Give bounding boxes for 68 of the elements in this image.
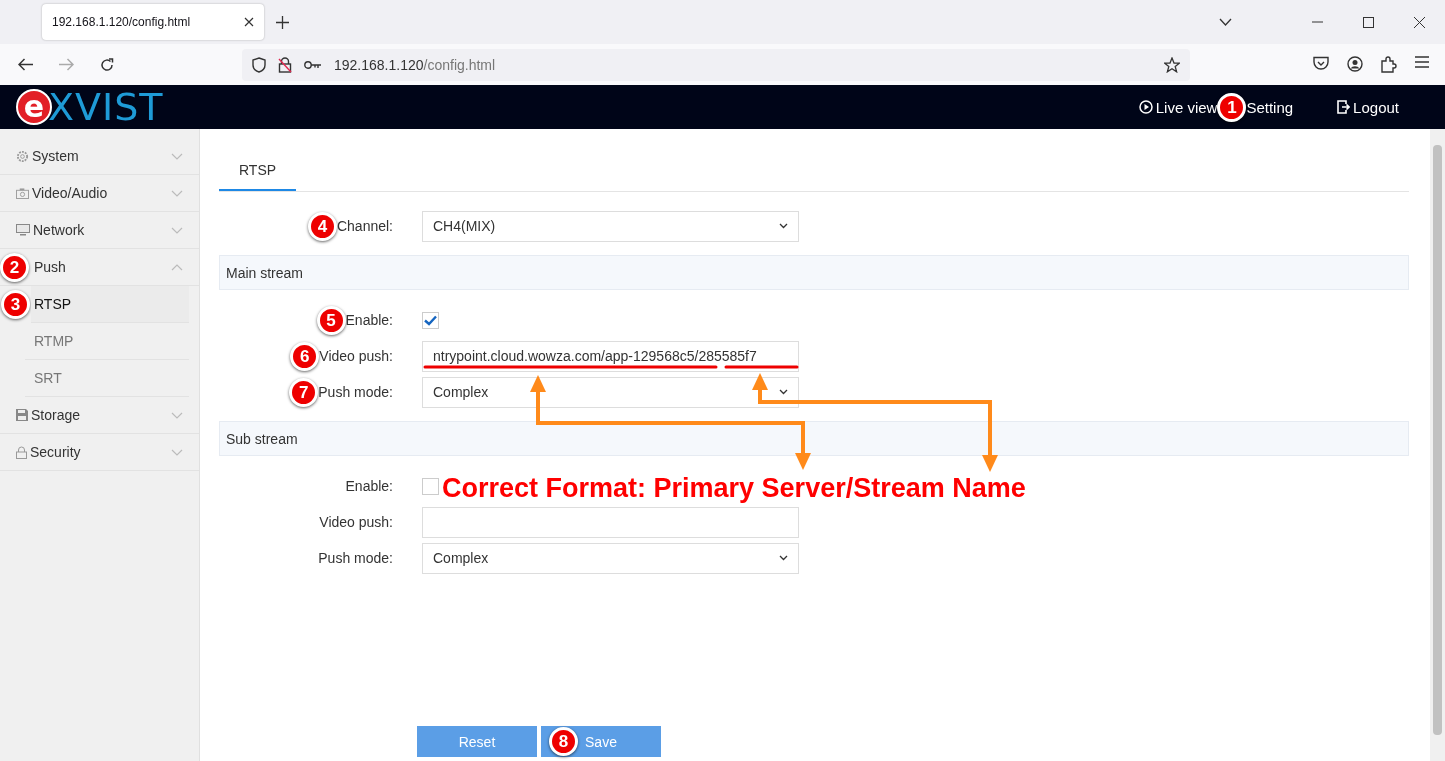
field-label: Video push: — [319, 348, 393, 364]
chevron-down-icon — [779, 389, 788, 395]
maximize-icon[interactable] — [1363, 16, 1374, 28]
puzzle-icon[interactable] — [1381, 56, 1397, 73]
browser-tab[interactable]: 192.168.1.120/config.html — [42, 4, 264, 40]
checkbox[interactable] — [422, 477, 439, 495]
nav-link[interactable]: Logout — [1337, 98, 1399, 116]
save-button[interactable]: 8 Save — [541, 726, 661, 757]
url-text: 192.168.1.120/config.html — [334, 56, 496, 73]
sidebar-subitem[interactable]: RTMP — [25, 323, 189, 360]
plus-icon[interactable] — [276, 15, 289, 29]
number-badge: 8 — [549, 727, 578, 756]
field-label: Video push: — [319, 514, 393, 530]
sidebar-item[interactable]: Security — [0, 434, 199, 471]
sidebar-item[interactable]: Storage — [0, 397, 199, 434]
chevron-down-icon — [779, 223, 788, 229]
close-icon[interactable] — [1414, 16, 1425, 28]
tab[interactable]: RTSP — [219, 150, 297, 191]
field-label: Push mode: — [318, 550, 393, 566]
camera-icon — [16, 187, 29, 199]
checkbox[interactable] — [422, 311, 439, 329]
sidebar-item[interactable]: Video/Audio — [0, 175, 199, 212]
chevron-down-icon — [171, 189, 183, 197]
field-label: Enable: — [345, 312, 393, 328]
sidebar-item[interactable]: Network — [0, 212, 199, 249]
unlocked-lock-icon — [278, 56, 292, 73]
section-header: Sub stream — [219, 421, 1409, 456]
pocket-icon[interactable] — [1313, 56, 1329, 71]
close-icon[interactable] — [244, 17, 254, 27]
back-arrow-icon[interactable] — [18, 58, 33, 71]
annotation-caption: Correct Format: Primary Server/Stream Name — [442, 474, 1026, 502]
dropdown[interactable]: Complex — [422, 542, 799, 574]
field-label: Enable: — [345, 478, 393, 494]
reload-icon[interactable] — [100, 57, 114, 72]
scrollbar[interactable] — [1430, 129, 1445, 761]
monitor-icon — [16, 224, 30, 236]
logout-icon — [1337, 100, 1351, 114]
sidebar-subitem[interactable]: RTSP — [31, 286, 189, 323]
chevron-up-icon — [171, 263, 183, 271]
dropdown[interactable]: CH4(MIX) — [422, 210, 799, 242]
menu-icon[interactable] — [1415, 56, 1429, 68]
key-icon — [304, 59, 322, 70]
number-badge: 3 — [1, 290, 30, 319]
chevron-down-icon — [171, 448, 183, 456]
number-badge: 2 — [0, 252, 29, 282]
chevron-down-icon[interactable] — [1219, 18, 1232, 26]
dropdown[interactable]: Complex — [422, 376, 799, 408]
sidebar-item[interactable]: System — [0, 138, 199, 175]
chevron-down-icon — [779, 555, 788, 561]
gear-icon — [16, 149, 29, 163]
account-icon[interactable] — [1347, 56, 1363, 72]
sidebar-subitem[interactable]: SRT — [25, 360, 189, 397]
shield-icon — [252, 56, 266, 73]
address-bar[interactable]: 192.168.1.120/config.html — [242, 48, 1190, 81]
lock-icon — [16, 445, 27, 459]
logo: eXVIST — [16, 88, 164, 126]
chevron-down-icon — [171, 152, 183, 160]
number-badge: 1 — [1217, 92, 1247, 122]
field-label: Channel: — [336, 218, 393, 234]
input-field[interactable] — [422, 506, 799, 538]
chevron-down-icon — [171, 226, 183, 234]
chevron-down-icon — [171, 411, 183, 419]
nav-link[interactable]: Setting — [1246, 98, 1294, 116]
star-icon[interactable] — [1164, 56, 1180, 73]
play-icon — [1138, 100, 1153, 114]
section-header: Main stream — [219, 255, 1409, 290]
field-label: Push mode: — [318, 384, 393, 400]
nav-link[interactable]: Live view — [1138, 98, 1218, 116]
